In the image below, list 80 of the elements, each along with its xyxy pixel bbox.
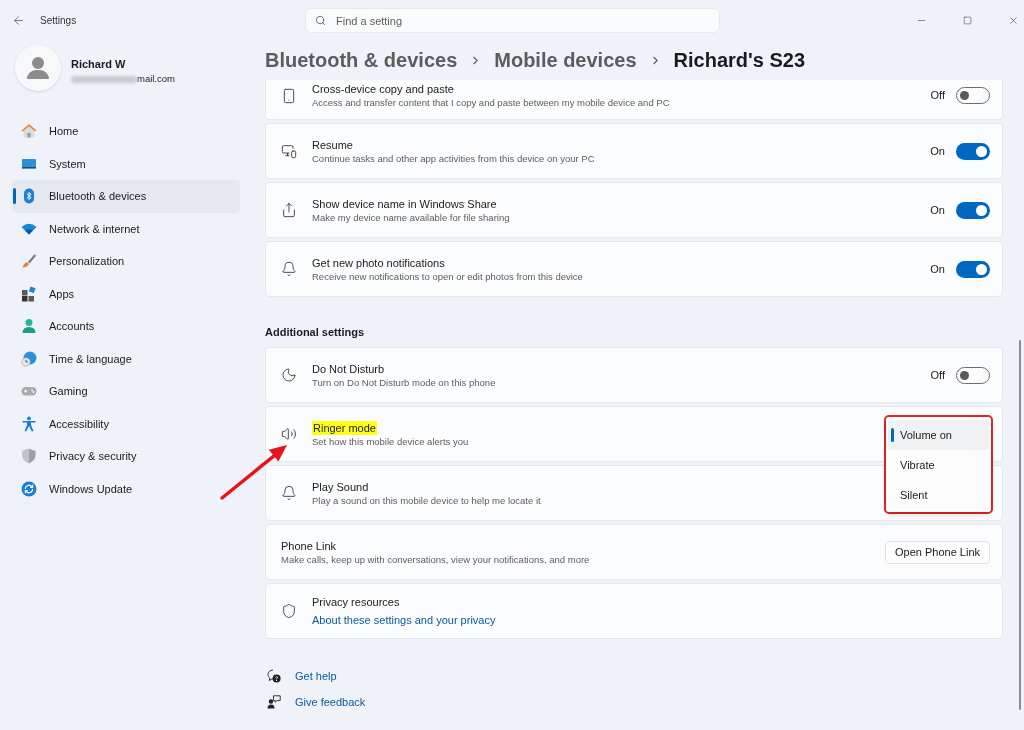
nav-item[interactable]: Apps xyxy=(12,277,240,310)
nav-item[interactable]: Network & internet xyxy=(12,212,240,245)
nav-item[interactable]: Personalization xyxy=(12,245,240,278)
setting-title: Get new photo notifications xyxy=(312,255,445,270)
annotation-arrow xyxy=(218,442,290,502)
nav-item[interactable]: Gaming xyxy=(12,375,240,408)
moon-icon xyxy=(281,367,297,383)
toggle-status-label: On xyxy=(930,143,945,159)
nav-item[interactable]: Privacy & security xyxy=(12,440,240,473)
breadcrumb-link[interactable]: Mobile devices xyxy=(494,45,637,75)
nav-item[interactable]: Windows Update xyxy=(12,472,240,505)
setting-title: Do Not Disturb xyxy=(312,361,385,376)
user-name: Richard W xyxy=(71,58,127,71)
user-avatar xyxy=(15,45,61,91)
setting-description: Make calls, keep up with conversations, view your notifications, and more xyxy=(281,552,590,566)
setting-description: Continue tasks and other app activities from this device on your PC xyxy=(312,151,595,165)
feedback-link[interactable]: Give feedback xyxy=(295,693,366,711)
dropdown-option[interactable]: Vibrate xyxy=(888,450,989,480)
setting-description: Set how this mobile device alerts you xyxy=(312,434,469,448)
toggle-status-label: Off xyxy=(930,367,945,383)
breadcrumb-current: Richard's S23 xyxy=(673,48,806,73)
maximize-icon xyxy=(962,15,972,25)
globe-clock-icon xyxy=(21,350,37,367)
sync-icon xyxy=(21,480,37,497)
scrollbar-thumb[interactable] xyxy=(1019,340,1021,710)
bell-icon xyxy=(281,485,297,501)
window-title: Settings xyxy=(40,13,77,28)
phone-icon xyxy=(281,88,297,104)
search-icon xyxy=(315,14,326,26)
shield-icon xyxy=(21,448,37,465)
person-icon xyxy=(21,318,37,335)
toggle-status-label: Off xyxy=(930,88,945,104)
help-link[interactable]: Get help xyxy=(295,667,337,685)
nav-item[interactable]: Accounts xyxy=(12,310,240,343)
back-button[interactable] xyxy=(12,13,25,27)
toggle-switch[interactable] xyxy=(956,142,990,160)
nav-item[interactable]: Home xyxy=(12,115,240,148)
bell-icon xyxy=(281,261,297,277)
toggle-switch[interactable] xyxy=(956,201,990,219)
nav-item[interactable]: System xyxy=(12,147,240,180)
setting-title: Show device name in Windows Share xyxy=(312,196,497,211)
back-arrow-icon xyxy=(12,13,25,27)
user-email: mail.com xyxy=(137,73,175,85)
setting-title: Resume xyxy=(312,137,353,152)
dropdown-option[interactable]: Volume on xyxy=(888,420,989,450)
accessibility-icon xyxy=(21,415,37,432)
nav-item[interactable]: Time & language xyxy=(12,342,240,375)
search-field[interactable]: Find a setting xyxy=(305,8,720,33)
share-icon xyxy=(281,202,297,218)
shield-icon xyxy=(281,603,297,619)
setting-title: Cross-device copy and paste xyxy=(312,82,454,96)
toggle-switch[interactable] xyxy=(956,260,990,278)
home-icon xyxy=(21,123,37,140)
dropdown-option[interactable]: Silent xyxy=(888,480,989,510)
setting-description: Play a sound on this mobile device to help me locate it xyxy=(312,493,541,507)
bluetooth-icon xyxy=(21,188,37,205)
setting-title: Privacy resources xyxy=(312,595,400,609)
privacy-link[interactable]: About these settings and your privacy xyxy=(312,613,496,627)
nav-item[interactable]: Accessibility xyxy=(12,407,240,440)
setting-description: Access and transfer content that I copy and paste between my mobile device and PC xyxy=(312,96,670,109)
setting-description: Make my device name available for file sharing xyxy=(312,210,510,224)
nav-item[interactable]: Bluetooth & devices xyxy=(12,180,240,213)
breadcrumb-link[interactable]: Bluetooth & devices xyxy=(265,45,458,75)
help-bubble-icon xyxy=(267,669,281,683)
feedback-person-icon xyxy=(267,695,281,709)
open-button[interactable]: Open Phone Link xyxy=(885,540,990,564)
setting-description: Turn on Do Not Disturb mode on this phone xyxy=(312,375,496,389)
setting-title: Phone Link xyxy=(281,538,337,553)
section-heading: Additional settings xyxy=(265,325,364,339)
toggle-status-label: On xyxy=(930,261,945,277)
close-icon xyxy=(1008,14,1019,26)
toggle-status-label: On xyxy=(930,202,945,218)
setting-title: Play Sound xyxy=(312,479,369,494)
setting-description: Receive new notifications to open or edit photos from this device xyxy=(312,269,583,283)
monitor-phone-icon xyxy=(281,143,297,159)
setting-title: Ringer mode xyxy=(312,420,377,435)
brush-icon xyxy=(21,253,37,270)
redaction-blur xyxy=(71,75,137,83)
apps-icon xyxy=(21,285,37,302)
speaker-icon xyxy=(281,426,297,442)
